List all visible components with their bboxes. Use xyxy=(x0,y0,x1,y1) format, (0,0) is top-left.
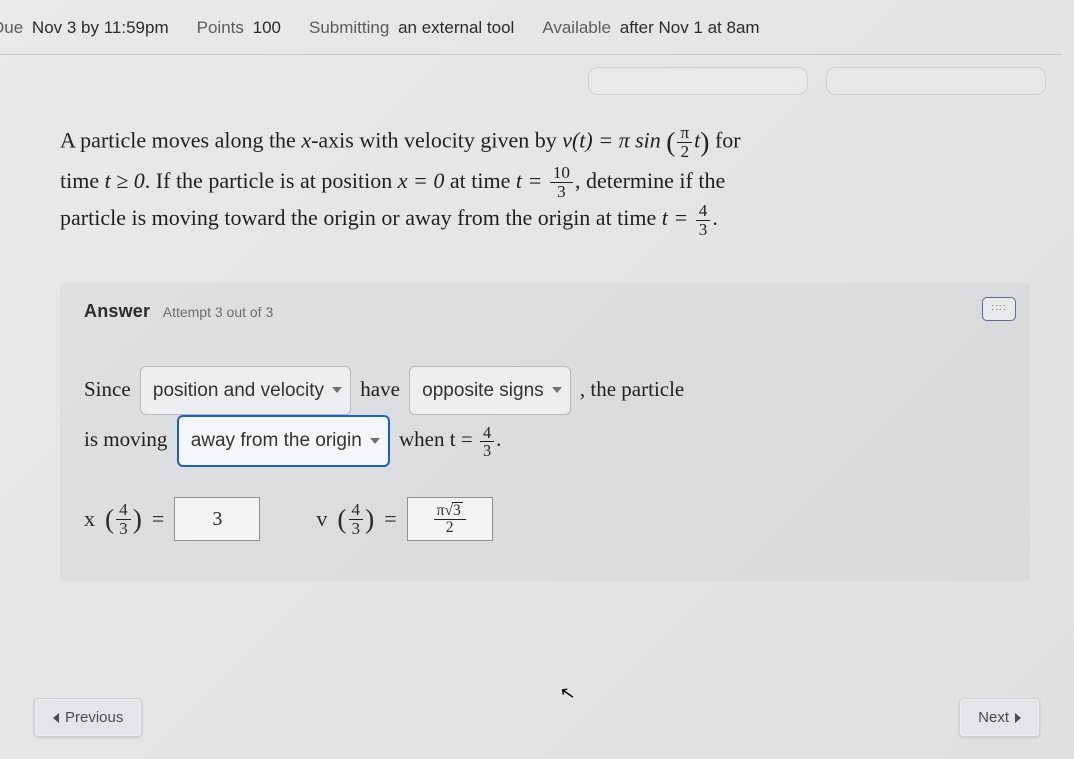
v-equation: v (43) = π√3 2 xyxy=(316,497,492,541)
equation-row: x (43) = 3 v (43) = π√3 2 xyxy=(84,497,1006,541)
x-value: 3 xyxy=(212,508,222,531)
points-label: Points xyxy=(197,18,244,37)
problem-text: , determine if the xyxy=(575,168,725,193)
points-value: 100 xyxy=(253,18,281,37)
pi-over-2: π2 xyxy=(677,124,692,161)
select-value: away from the origin xyxy=(191,421,362,461)
problem-text: at time xyxy=(444,168,515,193)
problem-text: -axis with velocity given by xyxy=(311,128,562,153)
problem-statement: A particle moves along the x-axis with v… xyxy=(0,95,1074,239)
ten-thirds: 103 xyxy=(550,164,573,201)
v-value-input[interactable]: π√3 2 xyxy=(407,497,493,541)
four-thirds: 43 xyxy=(696,202,711,239)
t-eq: t = xyxy=(450,427,473,451)
next-button[interactable]: Next xyxy=(959,698,1040,737)
sentence-text: Since xyxy=(84,376,131,400)
chevron-down-icon xyxy=(552,387,562,393)
x-var: x xyxy=(84,506,95,532)
t-eq: t = xyxy=(662,205,688,230)
t-eq: t = xyxy=(516,168,542,193)
assignment-header: Due Nov 3 by 11:59pm Points 100 Submitti… xyxy=(0,0,1062,55)
select-value: position and velocity xyxy=(153,371,324,411)
available-value: after Nov 1 at 8am xyxy=(620,18,760,37)
sentence-text: when xyxy=(399,427,445,451)
problem-text: . If the particle is at position xyxy=(145,168,398,193)
tab-slot-2[interactable] xyxy=(826,67,1046,95)
keyboard-icon-glyph: ∷∷ xyxy=(992,304,1007,314)
due-group: Due Nov 3 by 11:59pm xyxy=(0,18,169,38)
sentence-text: , the particle xyxy=(580,376,684,400)
problem-text: A particle moves along the xyxy=(60,128,301,153)
pi-root3-over-2: π√3 2 xyxy=(434,502,466,537)
equals: = xyxy=(384,506,396,532)
select-sign-relation[interactable]: opposite signs xyxy=(409,366,570,416)
paren-group: (43) xyxy=(105,501,142,538)
chevron-down-icon xyxy=(332,387,342,393)
select-value: opposite signs xyxy=(422,371,543,411)
open-paren: ( xyxy=(666,126,675,157)
close-paren: ) xyxy=(700,126,709,157)
due-label: Due xyxy=(0,18,23,37)
answer-sentence: Since position and velocity have opposit… xyxy=(84,366,1006,468)
available-label: Available xyxy=(542,18,611,37)
x-axis-var: x xyxy=(301,128,311,153)
keyboard-icon[interactable]: ∷∷ xyxy=(982,297,1016,321)
triangle-left-icon xyxy=(53,713,59,723)
attempt-text: Attempt 3 out of 3 xyxy=(163,304,274,320)
x-equation: x (43) = 3 xyxy=(84,497,260,541)
nav-row: Previous Next xyxy=(34,698,1040,737)
submitting-label: Submitting xyxy=(309,18,389,37)
tab-slots xyxy=(0,55,1074,95)
points-group: Points 100 xyxy=(197,18,281,38)
tab-slot-1[interactable] xyxy=(588,67,808,95)
problem-text: time xyxy=(60,168,105,193)
answer-label: Answer xyxy=(84,301,150,321)
previous-button[interactable]: Previous xyxy=(34,698,142,737)
equals: = xyxy=(152,506,164,532)
available-group: Available after Nov 1 at 8am xyxy=(542,18,759,38)
velocity-expr: v(t) = π sin xyxy=(562,128,661,153)
previous-label: Previous xyxy=(65,709,123,726)
chevron-down-icon xyxy=(370,438,380,444)
t-geq-0: t ≥ 0 xyxy=(105,168,145,193)
period: . xyxy=(712,205,718,230)
sentence-text: is moving xyxy=(84,427,167,451)
paren-group: (43) xyxy=(337,501,374,538)
v-var: v xyxy=(316,506,327,532)
due-value: Nov 3 by 11:59pm xyxy=(32,18,169,37)
four-thirds: 43 xyxy=(480,424,494,459)
x-eq-0: x = 0 xyxy=(398,168,445,193)
problem-text: for xyxy=(715,128,741,153)
x-value-input[interactable]: 3 xyxy=(174,497,260,541)
answer-panel: Answer Attempt 3 out of 3 ∷∷ ↖ Since pos… xyxy=(60,283,1030,582)
select-direction[interactable]: away from the origin xyxy=(177,415,390,467)
submitting-value: an external tool xyxy=(398,18,514,37)
select-position-velocity[interactable]: position and velocity xyxy=(140,366,351,416)
problem-text: particle is moving toward the origin or … xyxy=(60,205,662,230)
triangle-right-icon xyxy=(1015,713,1021,723)
four-thirds: 43 xyxy=(349,501,364,538)
period: . xyxy=(496,427,501,451)
sentence-text: have xyxy=(360,376,400,400)
next-label: Next xyxy=(978,709,1009,726)
answer-header: Answer Attempt 3 out of 3 xyxy=(84,301,1006,322)
submitting-group: Submitting an external tool xyxy=(309,18,514,38)
four-thirds: 43 xyxy=(116,501,131,538)
